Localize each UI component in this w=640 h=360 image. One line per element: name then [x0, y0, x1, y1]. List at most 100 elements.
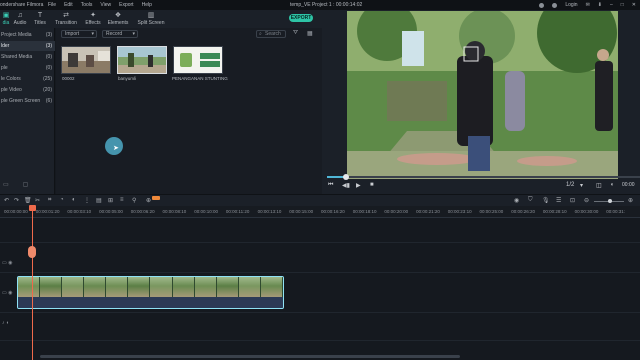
record-dropdown[interactable]: Record ▾	[102, 30, 138, 38]
ruler-tick-label: 00:00:00:00	[4, 209, 28, 214]
zoom-slider[interactable]	[594, 199, 624, 203]
snapshot-icon[interactable]: ◫	[596, 182, 602, 189]
import-label: Import	[65, 31, 80, 37]
list-icon[interactable]: ☰	[556, 197, 561, 204]
collapse-icon[interactable]: ▢	[23, 181, 29, 188]
marker-icon[interactable]: ⛉	[528, 197, 533, 204]
sidebar-item-label: ple Green Screen	[1, 98, 41, 104]
cut-icon[interactable]: ✂	[35, 197, 40, 204]
tab-effects[interactable]: ✦ Effects	[81, 11, 105, 26]
split-icon[interactable]: ⋮	[84, 197, 90, 204]
play-icon[interactable]: ▶	[356, 182, 361, 189]
ruler-tick-label: 00:00:26:20	[511, 209, 535, 214]
stop-icon[interactable]: ■	[370, 182, 374, 188]
ruler-tick-label: 00:00:20:00	[384, 209, 409, 214]
login-link[interactable]: Login	[565, 0, 577, 10]
microphone-icon[interactable]: 🎙	[542, 197, 550, 204]
grid-view-icon[interactable]: ▦	[307, 30, 313, 37]
tab-titles[interactable]: T Titles	[28, 11, 52, 26]
sidebar-item-shared-media[interactable]: Shared Media (0)	[0, 52, 55, 62]
media-thumbnail[interactable]	[61, 46, 111, 74]
mail-icon[interactable]: ✉	[586, 0, 590, 10]
track-divider	[0, 340, 640, 341]
download-icon[interactable]: ⬇	[598, 0, 602, 10]
sidebar-item-sample-colors[interactable]: le Colors (25)	[0, 74, 55, 84]
clip-audio-waveform	[18, 297, 283, 308]
render-icon[interactable]: ◉	[514, 197, 519, 204]
import-dropdown[interactable]: Import ▾	[61, 30, 97, 38]
bulb-icon[interactable]	[539, 2, 545, 8]
prev-frame-icon[interactable]: ⏮	[328, 182, 333, 189]
new-folder-icon[interactable]: ▭	[3, 181, 9, 188]
menu-help[interactable]: Help	[142, 0, 152, 10]
preview-ratio[interactable]: 1/2	[566, 182, 574, 188]
export-button[interactable]: EXPORT	[289, 14, 313, 22]
timeline-scrollbar[interactable]	[40, 355, 460, 358]
transition-icon: ⇄	[63, 12, 69, 19]
media-thumbnail[interactable]	[173, 46, 223, 74]
redo-icon[interactable]: ↷	[14, 197, 19, 204]
sidebar-item-sample[interactable]: ple (0)	[0, 63, 55, 73]
delete-icon[interactable]: 🗑	[24, 197, 32, 204]
sidebar-item-count: (0)	[45, 54, 52, 60]
playhead-handle[interactable]	[29, 205, 36, 211]
eye-icon[interactable]: ◉	[8, 260, 12, 266]
volume-icon[interactable]: ◖	[610, 182, 614, 188]
sidebar-footer: ▭ ▢	[3, 181, 28, 188]
menu-export[interactable]: Export	[119, 0, 133, 10]
media-library-sidebar: Project Media (3) lder (3) Shared Media …	[0, 28, 55, 194]
playback-controls: ⏮ ◀▮ ▶ ■ 1/2 ▾ ◫ ◖ 00:00	[322, 182, 640, 194]
menu-edit[interactable]: Edit	[64, 0, 73, 10]
menu-file[interactable]: File	[48, 0, 56, 10]
user-icon[interactable]	[552, 2, 558, 8]
sidebar-item-project-media[interactable]: Project Media (3)	[0, 30, 55, 40]
playhead[interactable]	[32, 206, 33, 360]
sidebar-item-count: (0)	[45, 65, 52, 71]
zoom-out-icon[interactable]: ⊖	[584, 197, 589, 204]
crop-icon[interactable]: ⌗	[48, 197, 51, 204]
ruler-tick-label: 00:00:25:00	[479, 209, 504, 214]
zoom-in-icon[interactable]: ⊕	[628, 197, 633, 204]
video-clip[interactable]	[17, 276, 284, 309]
sidebar-item-sample-green-screen[interactable]: ple Green Screen (6)	[0, 96, 55, 106]
sidebar-item-folder[interactable]: lder (3)	[0, 41, 55, 51]
filter-icon[interactable]: ⛛	[293, 30, 298, 37]
search-input[interactable]: ⌕ Search	[256, 30, 286, 38]
media-thumbnail[interactable]	[117, 46, 167, 74]
close-icon[interactable]: ✕	[632, 0, 636, 10]
title-bar: ondershare Filmora File Edit Tools View …	[0, 0, 640, 10]
motion-tracking-icon[interactable]: ⊕	[146, 197, 151, 204]
media-panel: Import ▾ Record ▾ ⌕ Search ⛛ ▦ 00002 ban…	[56, 28, 322, 194]
eye-icon[interactable]: ◉	[8, 290, 12, 296]
timeline-ruler[interactable]: 00:00:00:00 00:00:01:20 00:00:03:10 00:00:0…	[0, 206, 640, 218]
maximize-icon[interactable]: □	[621, 0, 624, 10]
tab-split-screen[interactable]: ▥ Split Screen	[136, 11, 166, 26]
menu-tools[interactable]: Tools	[81, 0, 93, 10]
playhead-marker[interactable]	[28, 246, 36, 258]
sidebar-item-sample-video[interactable]: ple Video (20)	[0, 85, 55, 95]
minimize-icon[interactable]: –	[610, 0, 613, 10]
undo-icon[interactable]: ↶	[4, 197, 9, 204]
chevron-down-icon[interactable]: ▾	[580, 182, 583, 189]
mute-icon[interactable]: ◖	[6, 320, 9, 326]
track-controls: ▭ ◉	[2, 290, 18, 296]
menu-view[interactable]: View	[100, 0, 111, 10]
ruler-tick-label: 00:00:08:10	[162, 209, 187, 214]
tab-transition[interactable]: ⇄ Transition	[54, 11, 78, 26]
snap-icon[interactable]: ⊡	[570, 197, 575, 204]
preview-progress-bar[interactable]	[327, 174, 640, 180]
speed-icon[interactable]: ◔	[60, 197, 64, 203]
ruler-tick-label: 00:00:10:00	[194, 209, 218, 214]
progress-knob[interactable]	[342, 174, 349, 180]
green-screen-icon[interactable]: ▤	[96, 197, 102, 204]
stabilize-icon[interactable]: ⊞	[108, 197, 113, 204]
tab-elements[interactable]: ❖ Elements	[106, 11, 130, 26]
filmora-window: ondershare Filmora File Edit Tools View …	[0, 0, 640, 360]
sidebar-item-count: (3)	[45, 32, 52, 38]
zoom-slider-knob[interactable]	[608, 199, 612, 203]
voiceover-icon[interactable]: ⚲	[132, 197, 136, 204]
audio-mixer-icon[interactable]: ≡	[120, 197, 124, 203]
clip-frame	[150, 277, 173, 297]
color-icon[interactable]: ◐	[72, 197, 76, 203]
step-back-icon[interactable]: ◀▮	[342, 182, 350, 189]
